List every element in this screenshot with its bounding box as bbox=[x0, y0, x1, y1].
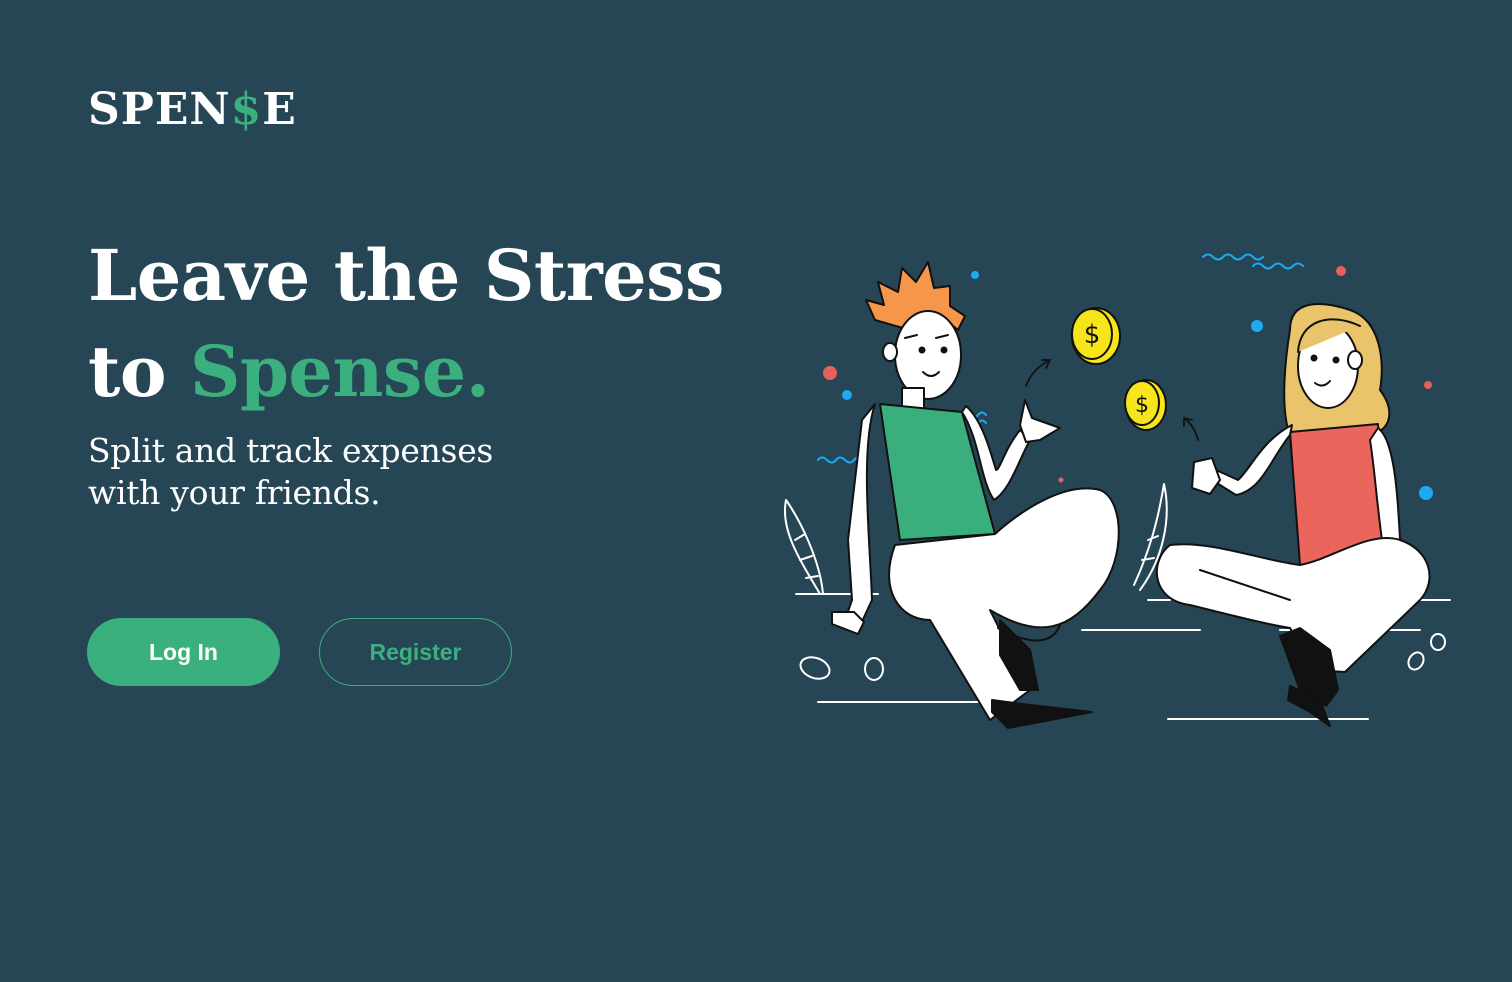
headline-line-1: Leave the Stress bbox=[88, 234, 724, 317]
coin-symbol: $ bbox=[1135, 393, 1149, 418]
hero-subtitle: Split and track expenses with your frien… bbox=[88, 431, 494, 512]
logo-dollar-sign: $ bbox=[230, 84, 263, 135]
register-button-label: Register bbox=[369, 638, 462, 665]
floating-coins: $ $ bbox=[1071, 307, 1167, 431]
logo-text-suffix: E bbox=[262, 84, 297, 135]
dollar-coin-icon: $ bbox=[1124, 379, 1167, 431]
woman-figure bbox=[1156, 303, 1431, 727]
coin-symbol: $ bbox=[1084, 320, 1101, 350]
logo-text-prefix: SPEN bbox=[88, 84, 231, 135]
register-button[interactable]: Register bbox=[319, 618, 512, 686]
dollar-coin-icon: $ bbox=[1071, 307, 1121, 365]
headline-line-2-prefix: to bbox=[88, 330, 190, 413]
brand-logo[interactable]: SPEN$E bbox=[88, 88, 297, 132]
hero-headline: Leave the Stress to Spense. bbox=[88, 228, 724, 420]
headline-accent-word: Spense. bbox=[189, 330, 490, 413]
login-button-label: Log In bbox=[149, 638, 218, 665]
friends-exchanging-coins-illustration: $ $ bbox=[783, 253, 1451, 729]
login-button[interactable]: Log In bbox=[87, 618, 280, 686]
